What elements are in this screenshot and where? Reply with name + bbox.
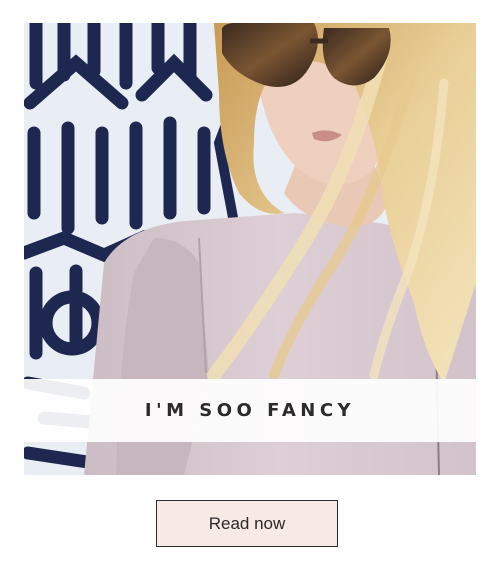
featured-card[interactable]: I'M SOO FANCY [24, 23, 476, 475]
card-caption: I'M SOO FANCY [144, 400, 356, 421]
read-now-button[interactable]: Read now [156, 500, 338, 547]
caption-band: I'M SOO FANCY [24, 379, 476, 442]
